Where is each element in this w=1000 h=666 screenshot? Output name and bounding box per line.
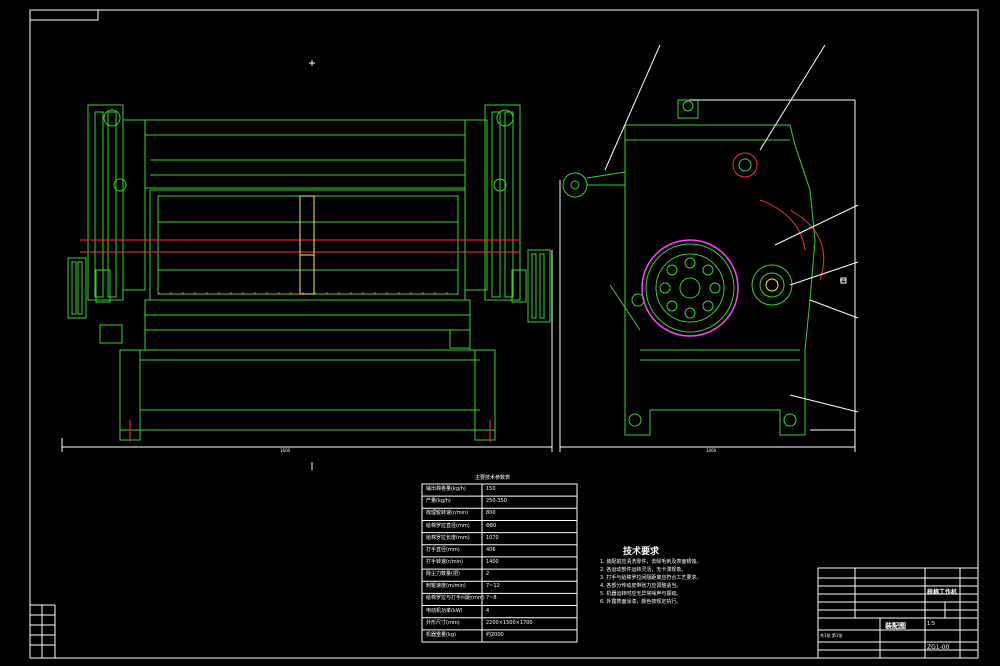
param-value: 4 bbox=[486, 607, 490, 614]
note-line: 3. 打手与给棉罗拉间隔距离应符合工艺要求。 bbox=[600, 575, 702, 581]
param-value: 150 bbox=[486, 486, 496, 493]
note-line: 1. 装配前应清洗零件，去除毛刺及表面锈蚀。 bbox=[600, 559, 702, 565]
scale-label: 1:5 bbox=[927, 621, 936, 627]
drawing-number: ZG1-00 bbox=[927, 644, 950, 651]
param-value: 2200×1500×1700 bbox=[486, 619, 533, 626]
param-value: 406 bbox=[486, 546, 496, 553]
drawing-title: 梳棉工作机 bbox=[927, 589, 958, 596]
param-name: 输出棉卷量(kg/h) bbox=[426, 486, 466, 493]
cad-drawing: 1600 1000 bbox=[29, 9, 979, 659]
param-table-title: 主要技术参数表 bbox=[475, 475, 511, 481]
param-name: 梳理辊转速(r/min) bbox=[426, 510, 469, 517]
param-name: 给棉罗拉长度(mm) bbox=[426, 534, 470, 541]
param-value: 7~8 bbox=[486, 595, 497, 602]
param-value: 7~12 bbox=[486, 583, 500, 590]
note-line: 5. 机器运转时应无异常噪声与振动。 bbox=[600, 591, 682, 597]
param-name: 除尘刀数量(把) bbox=[426, 571, 460, 578]
note-line: 2. 各运动部件运转灵活，无卡滞现象。 bbox=[600, 567, 687, 573]
title-block-lines bbox=[817, 567, 979, 659]
param-name: 刺辊速度(m/min) bbox=[426, 583, 466, 590]
param-name: 电动机功率(kW) bbox=[426, 607, 463, 614]
side-view bbox=[559, 44, 859, 452]
front-view bbox=[61, 60, 553, 470]
param-value: 1070 bbox=[486, 534, 499, 541]
notes-title: 技术要求 bbox=[623, 547, 660, 557]
param-name: 给棉罗拉直径(mm) bbox=[426, 522, 470, 529]
assembly-label: 装配图 bbox=[885, 622, 906, 630]
drawing-frame bbox=[29, 9, 979, 659]
param-name: 外形尺寸(mm) bbox=[426, 619, 460, 626]
param-value: 250-350 bbox=[486, 498, 507, 505]
param-name: 给棉罗拉与打手间距(mm) bbox=[426, 595, 485, 602]
frame-tag bbox=[29, 9, 99, 21]
binding-strip bbox=[30, 604, 56, 658]
drawing-canvas: 1600 1000 主要技术参数表 输出棉卷量(kg/h) 150 产量(kg/… bbox=[0, 0, 1000, 666]
param-name: 机器重量(kg) bbox=[426, 631, 456, 638]
param-value: 2 bbox=[486, 571, 490, 578]
param-value: 约2000 bbox=[486, 631, 504, 638]
param-name: 打手转速(r/min) bbox=[426, 559, 464, 565]
param-name: 产量(kg/h) bbox=[426, 498, 451, 505]
side-width-dim: 1000 bbox=[706, 448, 717, 453]
param-value: 1400 bbox=[486, 559, 499, 565]
param-name: 打手直径(mm) bbox=[426, 546, 460, 553]
param-value: Φ80 bbox=[486, 522, 497, 529]
front-width-dim: 1600 bbox=[280, 448, 291, 453]
param-value: 800 bbox=[486, 510, 496, 517]
note-line: 6. 外露表面涂漆，颜色按规定执行。 bbox=[600, 599, 682, 605]
note-line: 4. 各部分传动皮带张力应调整适当。 bbox=[600, 583, 682, 589]
sheet-label: 共1张 第1张 bbox=[820, 633, 843, 638]
